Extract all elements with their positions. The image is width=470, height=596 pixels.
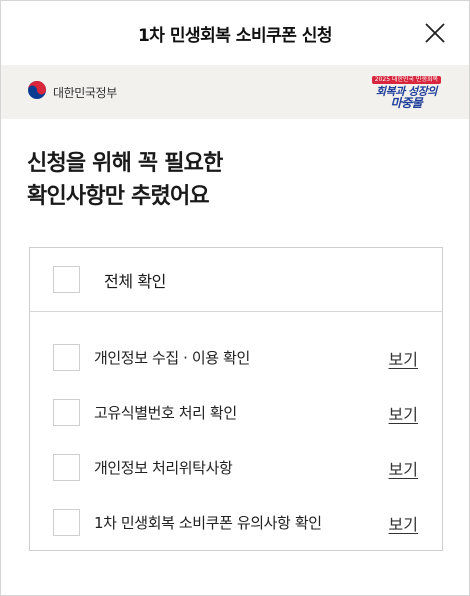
campaign-logo: 2025 대한민국 민생회복 회복과 성장의 마중물 bbox=[371, 75, 441, 110]
view-link[interactable]: 보기 bbox=[389, 401, 418, 425]
agreement-item-privacy-consignment[interactable]: 개인정보 처리위탁사항 보기 bbox=[30, 440, 442, 495]
government-logo: 대한민국정부 bbox=[27, 80, 117, 104]
check-all-row[interactable]: 전체 확인 bbox=[30, 248, 442, 312]
agreement-checkbox[interactable] bbox=[53, 454, 80, 481]
check-all-checkbox[interactable] bbox=[53, 266, 80, 293]
agreement-checkbox[interactable] bbox=[53, 399, 80, 426]
view-link[interactable]: 보기 bbox=[389, 346, 418, 370]
agreement-box: 전체 확인 개인정보 수집 · 이용 확인 보기 고유식별번호 처리 확인 보기… bbox=[29, 247, 443, 551]
agreement-item-unique-id[interactable]: 고유식별번호 처리 확인 보기 bbox=[30, 385, 442, 440]
agreement-item-privacy-collection[interactable]: 개인정보 수집 · 이용 확인 보기 bbox=[30, 330, 442, 385]
check-all-label: 전체 확인 bbox=[104, 271, 166, 291]
heading-line-2: 확인사항만 추렸어요 bbox=[27, 184, 210, 209]
agreement-item-coupon-notice[interactable]: 1차 민생회복 소비쿠폰 유의사항 확인 보기 bbox=[30, 495, 442, 550]
government-name: 대한민국정부 bbox=[53, 85, 117, 100]
campaign-slogan-line2: 마중물 bbox=[390, 95, 423, 110]
close-icon[interactable] bbox=[423, 21, 447, 45]
campaign-small-text: 2025 대한민국 민생회복 bbox=[371, 75, 441, 84]
agreement-label: 개인정보 처리위탁사항 bbox=[94, 459, 233, 477]
agreement-label: 1차 민생회복 소비쿠폰 유의사항 확인 bbox=[94, 514, 322, 532]
agreement-checkbox[interactable] bbox=[53, 509, 80, 536]
taegeuk-icon bbox=[27, 80, 47, 104]
dialog-header: 1차 민생회복 소비쿠폰 신청 bbox=[1, 1, 469, 65]
agreement-label: 고유식별번호 처리 확인 bbox=[94, 404, 237, 422]
view-link[interactable]: 보기 bbox=[389, 511, 418, 535]
view-link[interactable]: 보기 bbox=[389, 456, 418, 480]
agreement-list: 개인정보 수집 · 이용 확인 보기 고유식별번호 처리 확인 보기 개인정보 … bbox=[30, 312, 442, 550]
agreement-label: 개인정보 수집 · 이용 확인 bbox=[94, 349, 250, 367]
campaign-slogan-line1: 회복과 성장의 bbox=[375, 84, 438, 98]
dialog-title: 1차 민생회복 소비쿠폰 신청 bbox=[137, 25, 333, 46]
heading-line-1: 신청을 위해 꼭 필요한 bbox=[27, 151, 223, 176]
coupon-application-dialog: 1차 민생회복 소비쿠폰 신청 대한민국정부 2025 대한민국 민생회복 회복… bbox=[0, 0, 470, 596]
government-banner: 대한민국정부 2025 대한민국 민생회복 회복과 성장의 마중물 bbox=[1, 65, 469, 119]
agreement-checkbox[interactable] bbox=[53, 344, 80, 371]
page-heading: 신청을 위해 꼭 필요한 확인사항만 추렸어요 bbox=[1, 119, 469, 213]
